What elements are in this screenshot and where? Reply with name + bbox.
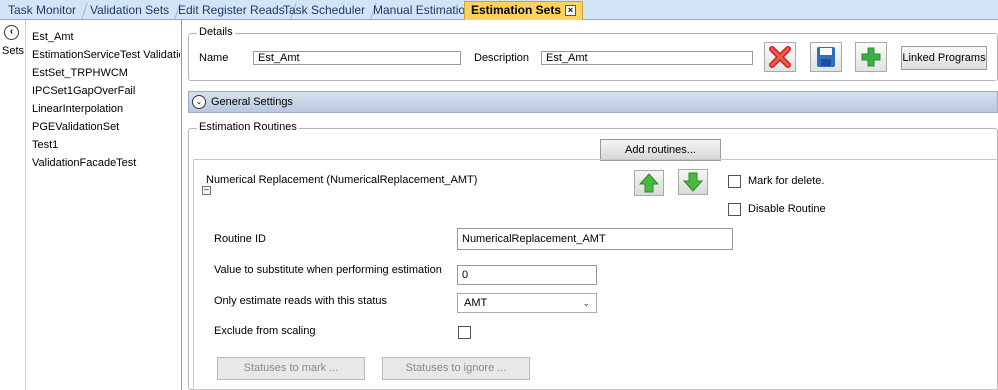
- routine-panel: – Numerical Replacement (NumericalReplac…: [193, 159, 998, 390]
- name-label: Name: [199, 52, 229, 64]
- linked-programs-button[interactable]: Linked Programs: [901, 46, 987, 70]
- details-title: Details: [197, 26, 235, 38]
- tab-task-monitor[interactable]: Task Monitor: [2, 2, 88, 20]
- estimation-routines-title: Estimation Routines: [197, 121, 299, 133]
- save-floppy-icon: [817, 47, 835, 67]
- exclude-scaling-checkbox[interactable]: [458, 326, 471, 339]
- statuses-to-mark-button[interactable]: Statuses to mark ...: [217, 357, 365, 380]
- general-settings-header[interactable]: ⌄ General Settings: [188, 91, 998, 113]
- mark-delete-checkbox[interactable]: [728, 175, 741, 188]
- tab-estimation-sets[interactable]: Estimation Sets ×: [464, 1, 584, 20]
- details-group: Details Name Est_Amt Description Est_Amt…: [188, 26, 998, 81]
- delete-x-icon: [769, 46, 791, 68]
- list-item[interactable]: ValidationFacadeTest: [32, 154, 180, 172]
- disable-routine-label: Disable Routine: [748, 203, 826, 215]
- routine-id-field[interactable]: NumericalReplacement_AMT: [457, 228, 733, 250]
- close-icon[interactable]: ×: [565, 5, 577, 16]
- list-item[interactable]: IPCSet1GapOverFail: [32, 82, 180, 100]
- list-item[interactable]: PGEValidationSet: [32, 118, 180, 136]
- disable-routine-checkbox[interactable]: [728, 203, 741, 216]
- chevron-down-icon[interactable]: ⌄: [192, 95, 206, 109]
- routine-header: Numerical Replacement (NumericalReplacem…: [206, 174, 478, 186]
- arrow-up-icon: [638, 173, 660, 193]
- sets-list: Est_Amt EstimationServiceTest Validation…: [32, 28, 180, 172]
- move-down-button[interactable]: [678, 169, 708, 195]
- exclude-scaling-label: Exclude from scaling: [214, 325, 316, 337]
- estimation-routines-group: Estimation Routines Add routines... – Nu…: [188, 121, 998, 390]
- tab-task-scheduler[interactable]: Task Scheduler: [277, 2, 377, 20]
- move-up-button[interactable]: [634, 170, 664, 196]
- add-plus-icon: [861, 47, 881, 67]
- tab-bar: Task Monitor Validation Sets Edit Regist…: [0, 0, 998, 20]
- add-button[interactable]: [855, 42, 887, 72]
- arrow-down-icon: [682, 172, 704, 192]
- tab-edit-register-reads[interactable]: Edit Register Reads: [172, 2, 297, 20]
- statuses-to-ignore-button[interactable]: Statuses to ignore ...: [382, 357, 530, 380]
- status-select[interactable]: AMT ⌄: [457, 293, 597, 313]
- status-filter-label: Only estimate reads with this status: [214, 295, 388, 307]
- sets-sidebar: ‹ Sets Est_Amt EstimationServiceTest Val…: [0, 20, 182, 390]
- list-item[interactable]: EstSet_TRPHWCM: [32, 64, 180, 82]
- list-item[interactable]: LinearInterpolation: [32, 100, 180, 118]
- description-label: Description: [474, 52, 530, 64]
- sidebar-divider: [25, 20, 26, 390]
- delete-button[interactable]: [764, 42, 796, 72]
- list-item[interactable]: Test1: [32, 136, 180, 154]
- save-button[interactable]: [810, 42, 842, 72]
- add-routines-button[interactable]: Add routines...: [600, 139, 721, 161]
- description-field[interactable]: Est_Amt: [541, 51, 753, 65]
- substitute-value-label: Value to substitute when performing esti…: [214, 264, 442, 276]
- substitute-value-field[interactable]: 0: [457, 265, 597, 285]
- chevron-left-icon[interactable]: ‹: [4, 25, 19, 40]
- mark-delete-label: Mark for delete.: [748, 175, 825, 187]
- tab-validation-sets[interactable]: Validation Sets: [84, 2, 181, 20]
- list-item[interactable]: Est_Amt: [32, 28, 180, 46]
- sets-label: Sets: [2, 45, 25, 57]
- name-field[interactable]: Est_Amt: [253, 51, 461, 65]
- routine-id-label: Routine ID: [214, 233, 266, 245]
- collapse-minus-icon[interactable]: –: [202, 186, 211, 195]
- chevron-down-icon: ⌄: [582, 298, 590, 308]
- list-item[interactable]: EstimationServiceTest Validation :: [32, 46, 180, 64]
- general-settings-label: General Settings: [211, 96, 293, 108]
- tab-manual-estimation[interactable]: Manual Estimation: [367, 2, 484, 20]
